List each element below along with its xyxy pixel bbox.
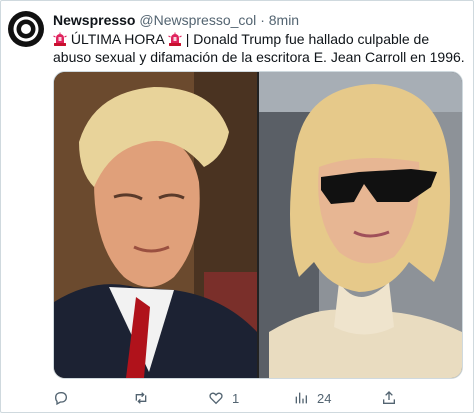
siren-icon [53,32,67,46]
tweet-timestamp[interactable]: 8min [269,12,299,28]
tweet-header: Newspresso @Newspresso_col · 8min [53,12,299,28]
time-separator: · [260,12,265,28]
author-avatar[interactable] [7,10,45,48]
views-count: 24 [317,390,332,406]
author-handle[interactable]: @Newspresso_col [139,12,256,28]
share-button[interactable] [381,389,397,407]
views-icon [295,392,307,404]
like-count: 1 [232,390,240,406]
author-name[interactable]: Newspresso [53,12,135,28]
reply-button[interactable] [53,389,77,407]
tweet-actions: 1 24 [53,389,463,407]
like-icon [209,392,223,405]
siren-icon [168,32,182,46]
media-photo-right[interactable] [259,72,462,378]
newspresso-logo [8,11,44,47]
retweet-icon [135,392,147,404]
media-photo-left[interactable] [54,72,257,378]
share-icon [383,391,395,404]
views-button[interactable]: 24 [293,389,331,407]
alert-label: ÚLTIMA HORA [70,31,164,47]
tweet-media[interactable] [53,71,463,379]
like-button[interactable]: 1 [208,389,239,407]
tweet-card[interactable]: Newspresso @Newspresso_col · 8min ÚLTIMA… [0,0,474,413]
tweet-text: ÚLTIMA HORA | Donald Trump fue hallado c… [53,30,465,66]
retweet-button[interactable] [133,389,157,407]
reply-icon [54,392,68,406]
